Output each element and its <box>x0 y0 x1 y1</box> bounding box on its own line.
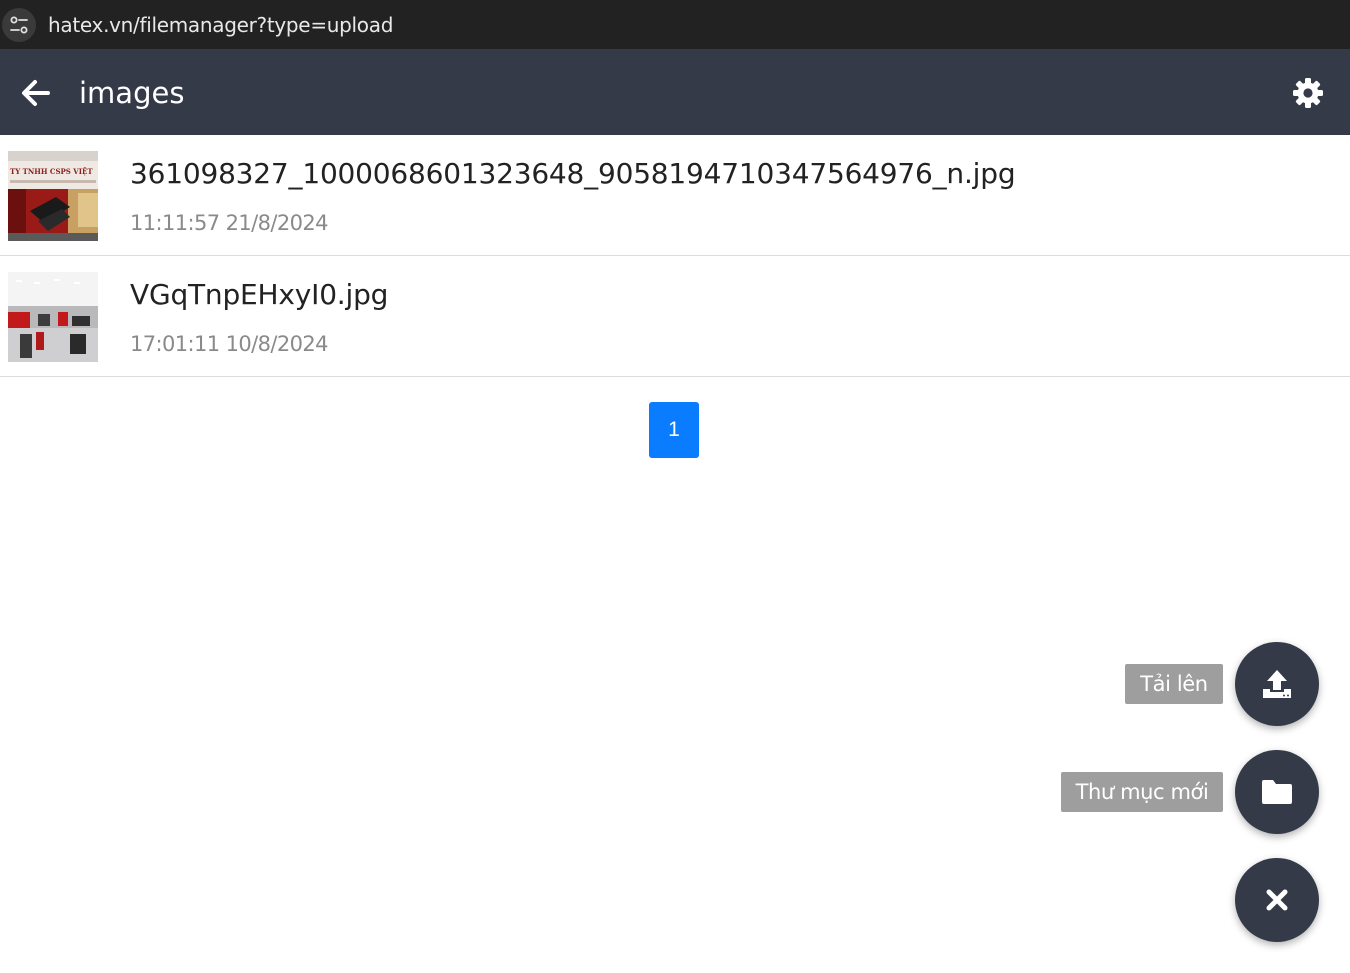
file-thumbnail[interactable] <box>8 272 98 362</box>
file-name[interactable]: VGqTnpEHxyI0.jpg <box>130 278 388 311</box>
new-folder-label[interactable]: Thư mục mới <box>1061 772 1223 812</box>
settings-button[interactable] <box>1290 75 1326 111</box>
file-row[interactable]: VGqTnpEHxyI0.jpg 17:01:11 10/8/2024 <box>0 256 1350 377</box>
upload-icon <box>1263 670 1291 698</box>
page-title: images <box>79 75 185 110</box>
back-button[interactable] <box>14 71 58 115</box>
close-icon <box>1266 889 1288 911</box>
url-text[interactable]: hatex.vn/filemanager?type=upload <box>48 13 393 37</box>
file-modified-time: 11:11:57 21/8/2024 <box>130 211 328 235</box>
file-list: TY TNHH CSPS VIỆT 361098327_100006860132… <box>0 135 1350 377</box>
gear-icon <box>1293 78 1323 108</box>
upload-button[interactable] <box>1235 642 1319 726</box>
file-row[interactable]: TY TNHH CSPS VIỆT 361098327_100006860132… <box>0 135 1350 256</box>
upload-label[interactable]: Tải lên <box>1125 664 1223 704</box>
file-modified-time: 17:01:11 10/8/2024 <box>130 332 328 356</box>
browser-url-bar[interactable]: hatex.vn/filemanager?type=upload <box>0 0 1350 50</box>
arrow-left-icon <box>22 79 50 106</box>
file-thumbnail[interactable]: TY TNHH CSPS VIỆT <box>8 151 98 241</box>
app-header: images <box>0 50 1350 135</box>
page-button-current[interactable]: 1 <box>649 402 699 458</box>
file-name[interactable]: 361098327_1000068601323648_9058194710347… <box>130 157 1016 190</box>
folder-icon <box>1262 780 1292 804</box>
tune-icon[interactable] <box>2 7 36 42</box>
close-fab-button[interactable] <box>1235 858 1319 942</box>
thumb-text: TY TNHH CSPS VIỆT <box>10 167 93 176</box>
pagination: 1 <box>649 402 699 458</box>
new-folder-button[interactable] <box>1235 750 1319 834</box>
